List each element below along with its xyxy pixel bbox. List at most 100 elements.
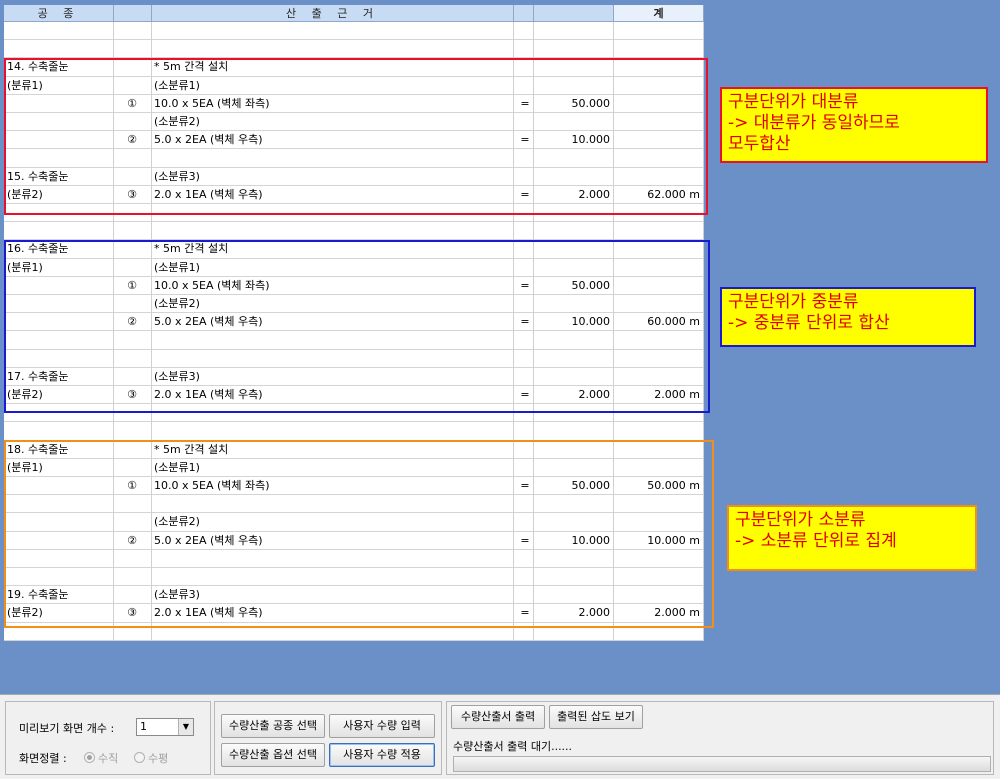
cell-basis[interactable]: 5.0 x 2EA (벽체 우측) — [154, 532, 514, 549]
cell-work-type[interactable] — [7, 222, 112, 239]
cell-basis[interactable] — [154, 550, 514, 567]
user-apply-button[interactable]: 사용자 수량 적용 — [329, 743, 435, 767]
cell-basis[interactable] — [154, 495, 514, 512]
cell-work-type[interactable] — [7, 149, 112, 166]
cell-basis[interactable]: 10.0 x 5EA (벽체 좌측) — [154, 477, 514, 494]
table-row[interactable]: ① 10.0 x 5EA (벽체 좌측) = 50.000 — [4, 277, 704, 295]
cell-basis[interactable]: (소분류3) — [154, 168, 514, 185]
cell-work-type[interactable] — [7, 277, 112, 294]
cell-work-type[interactable]: 17. 수축줄눈 — [7, 368, 112, 385]
table-row[interactable]: ② 5.0 x 2EA (벽체 우측) = 10.000 10.000 m — [4, 532, 704, 550]
cell-quantity[interactable] — [534, 422, 614, 439]
cell-index[interactable] — [114, 368, 150, 385]
table-row[interactable] — [4, 331, 704, 350]
cell-total[interactable]: 62.000 m — [616, 186, 704, 203]
cell-total[interactable]: 10.000 m — [616, 532, 704, 549]
cell-total[interactable] — [616, 240, 704, 257]
cell-basis[interactable]: 5.0 x 2EA (벽체 우측) — [154, 131, 514, 148]
cell-total[interactable] — [616, 550, 704, 567]
vertical-radio[interactable] — [84, 752, 95, 763]
cell-work-type[interactable]: (분류1) — [7, 459, 112, 476]
cell-total[interactable] — [616, 568, 704, 585]
cell-quantity[interactable] — [534, 513, 614, 530]
cell-basis[interactable] — [154, 22, 514, 39]
cell-quantity[interactable]: 50.000 — [534, 277, 614, 294]
table-row[interactable]: 18. 수축줄눈 * 5m 간격 설치 — [4, 441, 704, 459]
cell-index[interactable] — [114, 240, 150, 257]
table-row[interactable]: (분류2) ③ 2.0 x 1EA (벽체 우측) = 2.000 2.000 m — [4, 386, 704, 405]
cell-quantity[interactable]: 2.000 — [534, 604, 614, 621]
header-calculation-basis[interactable]: 산 출 근 거 — [152, 5, 514, 22]
cell-basis[interactable]: * 5m 간격 설치 — [154, 240, 514, 257]
cell-index[interactable] — [114, 113, 150, 130]
cell-index[interactable]: ② — [114, 313, 150, 330]
cell-basis[interactable]: * 5m 간격 설치 — [154, 58, 514, 75]
table-row[interactable] — [4, 350, 704, 368]
cell-total[interactable] — [616, 441, 704, 458]
cell-quantity[interactable] — [534, 259, 614, 276]
cell-basis[interactable]: (소분류3) — [154, 368, 514, 385]
cell-work-type[interactable]: 18. 수축줄눈 — [7, 441, 112, 458]
cell-basis[interactable]: 2.0 x 1EA (벽체 우측) — [154, 386, 514, 403]
table-row[interactable]: 15. 수축줄눈 (소분류3) — [4, 168, 704, 186]
cell-work-type[interactable] — [7, 532, 112, 549]
table-row[interactable] — [4, 495, 704, 514]
cell-basis[interactable] — [154, 623, 514, 640]
table-row[interactable] — [4, 422, 704, 441]
cell-quantity[interactable] — [534, 404, 614, 421]
cell-quantity[interactable] — [534, 77, 614, 94]
cell-index[interactable]: ② — [114, 131, 150, 148]
cell-quantity[interactable] — [534, 331, 614, 348]
cell-work-type[interactable] — [7, 22, 112, 39]
horizontal-radio[interactable] — [134, 752, 145, 763]
cell-quantity[interactable] — [534, 149, 614, 166]
cell-total[interactable] — [616, 586, 704, 603]
cell-index[interactable] — [114, 459, 150, 476]
cell-index[interactable] — [114, 58, 150, 75]
cell-total[interactable] — [616, 40, 704, 57]
header-index[interactable] — [114, 5, 152, 22]
cell-work-type[interactable] — [7, 404, 112, 421]
table-row[interactable]: 19. 수축줄눈 (소분류3) — [4, 586, 704, 605]
table-row[interactable] — [4, 550, 704, 568]
cell-basis[interactable] — [154, 404, 514, 421]
cell-total[interactable] — [616, 95, 704, 112]
select-option-button[interactable]: 수량산출 옵션 선택 — [221, 743, 325, 767]
cell-basis[interactable]: * 5m 간격 설치 — [154, 441, 514, 458]
cell-basis[interactable]: 5.0 x 2EA (벽체 우측) — [154, 313, 514, 330]
cell-index[interactable]: ③ — [114, 386, 150, 403]
cell-basis[interactable] — [154, 204, 514, 221]
cell-total[interactable] — [616, 204, 704, 221]
cell-total[interactable] — [616, 168, 704, 185]
cell-quantity[interactable] — [534, 168, 614, 185]
cell-total[interactable] — [616, 495, 704, 512]
header-quantity[interactable] — [534, 5, 614, 22]
cell-quantity[interactable]: 2.000 — [534, 386, 614, 403]
cell-quantity[interactable]: 50.000 — [534, 477, 614, 494]
chevron-down-icon[interactable]: ▼ — [178, 719, 193, 735]
cell-index[interactable]: ① — [114, 95, 150, 112]
print-button[interactable]: 수량산출서 출력 — [451, 705, 545, 729]
cell-basis[interactable]: (소분류2) — [154, 295, 514, 312]
cell-basis[interactable] — [154, 350, 514, 367]
cell-work-type[interactable] — [7, 40, 112, 57]
cell-work-type[interactable]: 15. 수축줄눈 — [7, 168, 112, 185]
cell-total[interactable] — [616, 422, 704, 439]
cell-total[interactable] — [616, 513, 704, 530]
cell-quantity[interactable] — [534, 295, 614, 312]
view-printed-button[interactable]: 출력된 삽도 보기 — [549, 705, 643, 729]
cell-work-type[interactable] — [7, 477, 112, 494]
cell-work-type[interactable]: (분류2) — [7, 186, 112, 203]
cell-basis[interactable]: (소분류3) — [154, 586, 514, 603]
cell-basis[interactable] — [154, 331, 514, 348]
cell-index[interactable] — [114, 568, 150, 585]
cell-quantity[interactable] — [534, 495, 614, 512]
cell-work-type[interactable] — [7, 331, 112, 348]
cell-work-type[interactable] — [7, 113, 112, 130]
table-row[interactable] — [4, 204, 704, 223]
cell-work-type[interactable] — [7, 495, 112, 512]
table-row[interactable]: 16. 수축줄눈 * 5m 간격 설치 — [4, 240, 704, 259]
cell-basis[interactable]: 2.0 x 1EA (벽체 우측) — [154, 186, 514, 203]
cell-work-type[interactable] — [7, 422, 112, 439]
cell-total[interactable]: 2.000 m — [616, 386, 704, 403]
